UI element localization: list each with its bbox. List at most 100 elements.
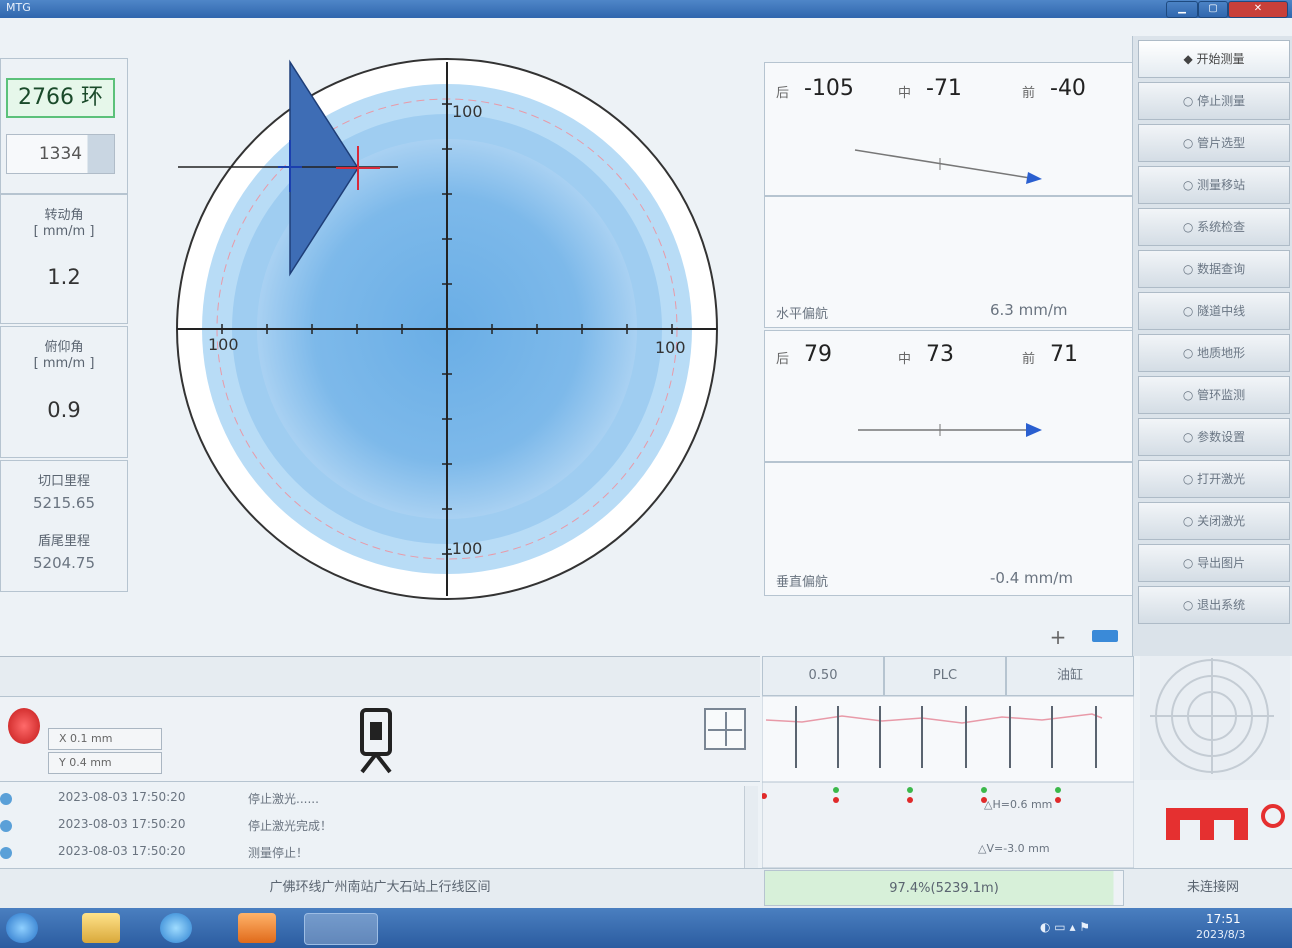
v-trend-line: [858, 423, 1042, 437]
sidebar-item-move-station[interactable]: ○ 测量移站: [1138, 166, 1290, 204]
window-title-bar: MTG ▁ ▢ ✕: [0, 0, 1292, 18]
file-explorer-icon[interactable]: [82, 913, 120, 943]
trend-chart: △H=0.6 mm △V=-3.0 mm: [762, 696, 1134, 868]
v-mid-label: 中: [898, 352, 912, 367]
alarm-light-icon: [8, 708, 40, 744]
chart-note-v: △V=-3.0 mm: [978, 842, 1050, 855]
layout-grid-button[interactable]: [704, 708, 746, 750]
sidebar-item-geology[interactable]: ○ 地质地形: [1138, 334, 1290, 372]
v-front-label: 前: [1022, 352, 1036, 367]
radio-icon: ○: [1182, 346, 1198, 360]
v-yaw-label: 垂直偏航: [776, 575, 829, 590]
v-yaw-value: -0.4 mm/m: [990, 569, 1073, 587]
company-logo: [1166, 804, 1285, 840]
info-icon: [0, 847, 12, 859]
sidebar-item-ring-monitor[interactable]: ○ 管环监测: [1138, 376, 1290, 414]
app-taskbar-button[interactable]: [304, 913, 378, 945]
taskbar: ◐ ▭ ▴ ⚑ 17:51 2023/8/3: [0, 908, 1292, 948]
radio-icon: ○: [1182, 304, 1198, 318]
clock-time[interactable]: 17:51: [1206, 912, 1241, 926]
rotation-label: 转动角: [44, 208, 84, 223]
y-offset-field: Y 0.4 mm: [48, 752, 162, 774]
h-yaw-label: 水平偏航: [776, 307, 829, 322]
chart-note-h: △H=0.6 mm: [984, 798, 1052, 811]
pitch-unit: [ mm/m ]: [33, 356, 95, 371]
progress-indicator: 97.4%(5239.1m): [764, 870, 1124, 906]
sidebar-item-data-query[interactable]: ○ 数据查询: [1138, 250, 1290, 288]
tail-mileage-label: 盾尾里程: [37, 534, 90, 549]
sidebar-item-system-check[interactable]: ○ 系统检查: [1138, 208, 1290, 246]
pitch-label: 俯仰角: [44, 340, 84, 355]
info-icon: [0, 820, 12, 832]
project-name: 广佛环线广州南站广大石站上行线区间: [269, 880, 491, 895]
axis-label-left: 100: [208, 335, 239, 354]
sidebar-item-exit[interactable]: ○ 退出系统: [1138, 586, 1290, 624]
tab-cylinder[interactable]: 油缸: [1006, 656, 1134, 696]
window-title: MTG: [6, 1, 31, 14]
sidebar-item-laser-on[interactable]: ○ 打开激光: [1138, 460, 1290, 498]
h-front-value: -40: [1050, 76, 1086, 101]
tray-icons[interactable]: ◐ ▭ ▴ ⚑: [1040, 920, 1090, 934]
radio-icon: ○: [1182, 514, 1198, 528]
h-mid-value: -71: [926, 76, 962, 101]
maximize-button[interactable]: ▢: [1198, 1, 1228, 18]
axis-label-bottom: -100: [446, 539, 482, 558]
h-direction-arrow: [1026, 172, 1042, 184]
info-icon: [0, 793, 12, 805]
compass-target-icon: [1140, 656, 1290, 780]
active-indicator-icon: ◆: [1183, 52, 1197, 66]
bottom-toolbar: [0, 656, 760, 696]
rotation-unit: [ mm/m ]: [33, 224, 95, 239]
sidebar-item-start-measure[interactable]: ◆ 开始测量: [1138, 40, 1290, 78]
zoom-in-button[interactable]: +: [1044, 624, 1072, 650]
pitch-value: 0.9: [47, 398, 81, 422]
v-rear-value: 79: [804, 342, 832, 367]
radio-icon: ○: [1182, 94, 1198, 108]
radio-icon: ○: [1182, 598, 1198, 612]
minimize-button[interactable]: ▁: [1166, 1, 1198, 18]
tail-mileage-value: 5204.75: [32, 554, 96, 572]
close-button[interactable]: ✕: [1228, 1, 1288, 18]
log-row: 2023-08-03 17:50:20 测量停止！: [0, 840, 760, 867]
sidebar-item-export-image[interactable]: ○ 导出图片: [1138, 544, 1290, 582]
network-status: 未连接网: [1186, 880, 1239, 895]
tab-plc[interactable]: PLC: [884, 656, 1006, 696]
sidebar-item-segment-select[interactable]: ○ 管片选型: [1138, 124, 1290, 162]
radio-icon: ○: [1182, 472, 1198, 486]
h-front-label: 前: [1022, 86, 1036, 101]
h-rear-label: 后: [776, 86, 790, 101]
v-front-value: 71: [1050, 342, 1078, 367]
axis-label-right: 100: [655, 338, 686, 357]
ring-count: 2766 环: [6, 78, 115, 118]
sidebar-item-laser-off[interactable]: ○ 关闭激光: [1138, 502, 1290, 540]
radio-icon: ○: [1182, 430, 1198, 444]
radio-icon: ○: [1182, 556, 1198, 570]
v-direction-arrow: [1026, 423, 1042, 437]
v-mid-value: 73: [926, 342, 954, 367]
zoom-out-button[interactable]: [1092, 630, 1118, 642]
h-rear-value: -105: [804, 76, 854, 101]
sidebar-item-parameters[interactable]: ○ 参数设置: [1138, 418, 1290, 456]
radio-icon: ○: [1182, 388, 1198, 402]
start-button[interactable]: [6, 913, 38, 943]
v-rear-label: 后: [776, 352, 790, 367]
total-station-icon: [360, 708, 392, 774]
log-scrollbar[interactable]: [744, 786, 758, 868]
media-player-icon[interactable]: [238, 913, 276, 943]
clock-date[interactable]: 2023/8/3: [1196, 928, 1245, 941]
sidebar-item-stop-measure[interactable]: ○ 停止测量: [1138, 82, 1290, 120]
sidebar-item-tunnel-centerline[interactable]: ○ 隧道中线: [1138, 292, 1290, 330]
radio-icon: ○: [1182, 262, 1198, 276]
h-mid-label: 中: [898, 86, 912, 101]
log-row: 2023-08-03 17:50:20 停止激光完成！: [0, 813, 760, 840]
sub-count-field[interactable]: 1334: [6, 134, 115, 174]
tab-scale[interactable]: 0.50: [762, 656, 884, 696]
browser-icon[interactable]: [160, 913, 192, 943]
h-trend-line: [854, 149, 1042, 184]
axis-label-top: 100: [452, 102, 483, 121]
rotation-value: 1.2: [47, 265, 81, 289]
log-row: 2023-08-03 17:50:20 停止激光......: [0, 786, 760, 813]
radio-icon: ○: [1182, 220, 1198, 234]
cut-mileage-label: 切口里程: [37, 474, 90, 489]
h-yaw-value: 6.3 mm/m: [990, 301, 1068, 319]
